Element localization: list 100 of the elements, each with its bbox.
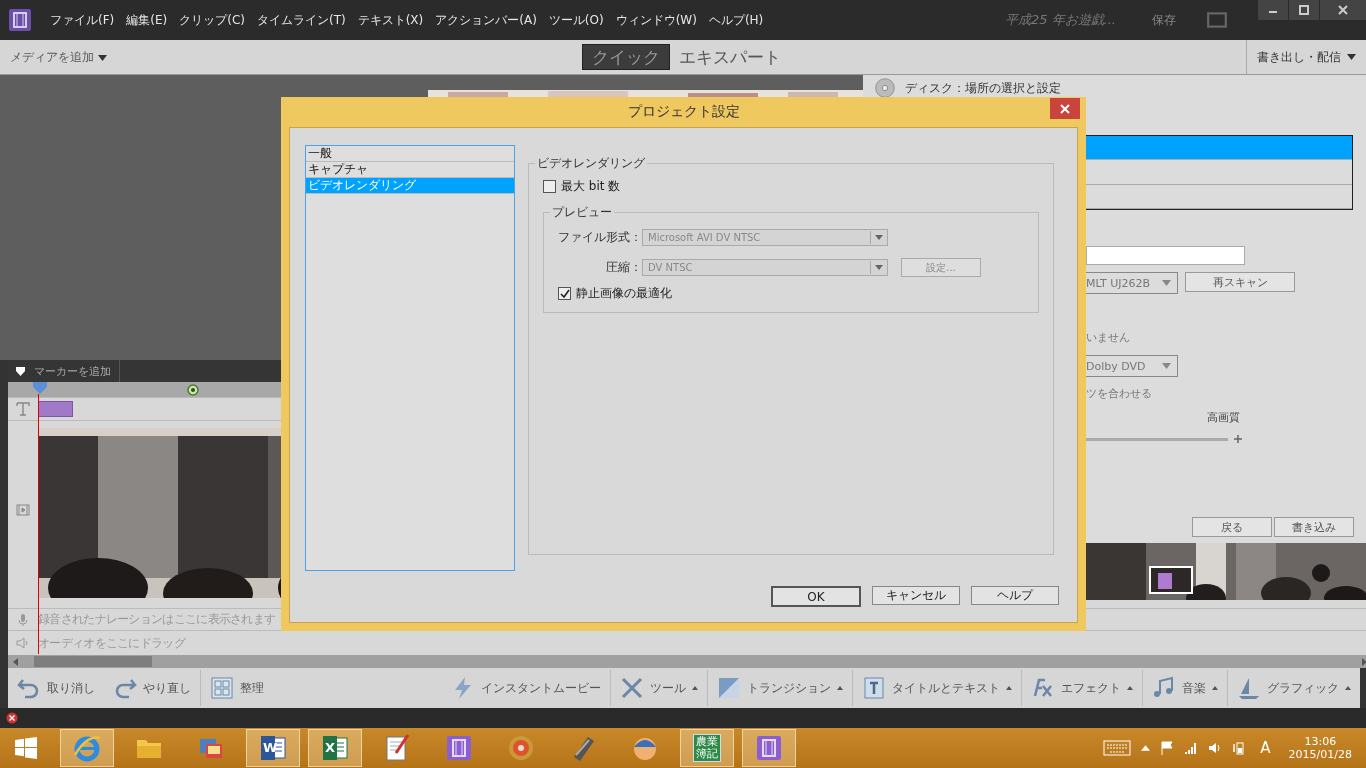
- caret-icon: [875, 265, 883, 270]
- speaker-icon: [16, 636, 30, 650]
- error-icon: [6, 712, 18, 724]
- rescan-button[interactable]: 再スキャン: [1185, 272, 1295, 292]
- toolbar-button[interactable]: インスタントムービー: [442, 676, 610, 700]
- start-button[interactable]: [14, 736, 38, 760]
- menu-item[interactable]: タイムライン(T): [256, 11, 346, 29]
- back-button[interactable]: 戻る: [1192, 517, 1272, 537]
- menu-item[interactable]: テキスト(X): [357, 11, 424, 29]
- toolbar-button[interactable]: 取り消し: [8, 676, 104, 700]
- browser-icon: [72, 733, 102, 763]
- taskbar-app[interactable]: 農業簿記: [680, 729, 734, 767]
- plus-icon[interactable]: [1234, 435, 1242, 443]
- film-icon: [444, 733, 474, 763]
- dialog-button[interactable]: ヘルプ: [971, 586, 1059, 605]
- export-dropdown[interactable]: 書き出し・配信: [1246, 40, 1366, 74]
- save-button[interactable]: 保存: [1152, 11, 1176, 29]
- toolbar-button[interactable]: 音楽: [1143, 676, 1227, 700]
- music-note-icon: [1152, 676, 1176, 700]
- app-logo-icon: [8, 8, 32, 32]
- fullscreen-icon[interactable]: [1206, 11, 1228, 29]
- maximize-button[interactable]: [1289, 0, 1319, 20]
- drive-dropdown[interactable]: MLT UJ262B: [1086, 272, 1178, 294]
- field-label: ファイル形式：: [558, 229, 642, 246]
- close-icon: [1060, 103, 1070, 114]
- input-mode-indicator[interactable]: A: [1260, 739, 1271, 757]
- menu-item[interactable]: 編集(E): [126, 11, 168, 29]
- excel-letter: X: [325, 740, 336, 755]
- caret-icon: [1162, 363, 1171, 369]
- spreadsheet-icon: [320, 733, 350, 763]
- toolbar-button[interactable]: トランジション: [708, 676, 852, 700]
- sailboat-icon: [1237, 676, 1261, 700]
- close-button[interactable]: [1050, 98, 1080, 119]
- dialog-button[interactable]: OK: [771, 586, 861, 607]
- dialog-title: プロジェクト設定: [627, 103, 740, 121]
- close-icon: [1338, 5, 1348, 15]
- disc-icon: [506, 733, 536, 763]
- volume-icon[interactable]: [1208, 741, 1223, 755]
- caret-icon: [1162, 280, 1171, 286]
- minimize-button[interactable]: [1258, 0, 1288, 20]
- field-label: 圧縮：: [605, 259, 642, 276]
- battery-icon[interactable]: [1232, 741, 1247, 755]
- clock-time[interactable]: 13:06: [1304, 735, 1337, 748]
- mode-tab[interactable]: エキスパート: [673, 44, 787, 70]
- toolbar-button[interactable]: タイトルとテキスト: [853, 676, 1021, 700]
- toolbar-button[interactable]: 整理: [201, 676, 273, 700]
- title-clip[interactable]: [38, 401, 73, 417]
- toolbar-button[interactable]: やり直し: [104, 676, 200, 700]
- text-track-icon: [16, 402, 30, 416]
- toolbar-button[interactable]: グラフィック: [1228, 676, 1360, 700]
- show-hidden-icon[interactable]: [1141, 745, 1151, 751]
- taskbar-app[interactable]: [742, 729, 796, 767]
- burn-button[interactable]: 書き込み: [1274, 517, 1354, 537]
- project-name: 平成25 年お遊戯...: [1004, 11, 1116, 29]
- group-title: プレビュー: [550, 204, 614, 221]
- taskbar-app[interactable]: [60, 729, 114, 767]
- signal-icon[interactable]: [1184, 741, 1199, 755]
- mode-tab[interactable]: クイック: [582, 44, 670, 70]
- list-row[interactable]: [1086, 136, 1352, 161]
- checkbox[interactable]: 静止画像の最適化: [558, 285, 1038, 302]
- scrollbar-thumb[interactable]: [34, 656, 152, 667]
- checkbox[interactable]: 最大 bit 数: [543, 178, 1039, 195]
- menu-item[interactable]: アクションバー(A): [435, 11, 537, 29]
- film-track-icon: [16, 502, 30, 517]
- marker-icon[interactable]: [187, 384, 199, 396]
- ledger-app-label: 農業簿記: [692, 733, 722, 763]
- menu-item[interactable]: ツール(O): [548, 11, 604, 29]
- flag-icon[interactable]: [1160, 741, 1175, 755]
- clock-date[interactable]: 2015/01/28: [1288, 748, 1352, 761]
- scroll-right-icon[interactable]: [1360, 657, 1366, 666]
- taskbar-app[interactable]: X: [308, 729, 362, 767]
- menu-item[interactable]: ファイル(F): [50, 11, 115, 29]
- organize-icon: [210, 676, 234, 700]
- add-media-dropdown[interactable]: メディアを追加: [0, 48, 582, 66]
- tools-icon: [620, 676, 644, 700]
- caret-icon: [1347, 54, 1356, 60]
- close-button[interactable]: [1320, 0, 1366, 20]
- dialog-button[interactable]: キャンセル: [872, 586, 960, 605]
- caret-icon: [875, 235, 883, 240]
- category-item[interactable]: 一般: [306, 146, 514, 162]
- menu-item[interactable]: クリップ(C): [179, 11, 245, 29]
- scroll-left-icon[interactable]: [12, 657, 20, 666]
- menu-item[interactable]: ヘルプ(H): [708, 11, 764, 29]
- disc-icon: [875, 78, 895, 98]
- film-icon: [754, 733, 784, 763]
- quality-slider-track[interactable]: [1086, 437, 1228, 441]
- keyboard-icon[interactable]: [1103, 740, 1132, 756]
- microphone-icon: [16, 612, 30, 627]
- caret-icon: [97, 54, 107, 61]
- toolbar-button[interactable]: ツール: [611, 676, 707, 700]
- maximize-icon: [1299, 5, 1309, 15]
- transition-icon: [717, 676, 741, 700]
- toolbar-button[interactable]: エフェクト: [1022, 676, 1142, 700]
- format-dropdown[interactable]: Dolby DVD: [1086, 355, 1178, 377]
- menu-item[interactable]: ウィンドウ(W): [615, 11, 697, 29]
- status-text: いません: [1086, 330, 1130, 345]
- marker-icon: [15, 365, 26, 377]
- input-field[interactable]: [1086, 246, 1245, 265]
- document-icon: [258, 733, 288, 763]
- fit-option-text: ツを合わせる: [1086, 386, 1152, 401]
